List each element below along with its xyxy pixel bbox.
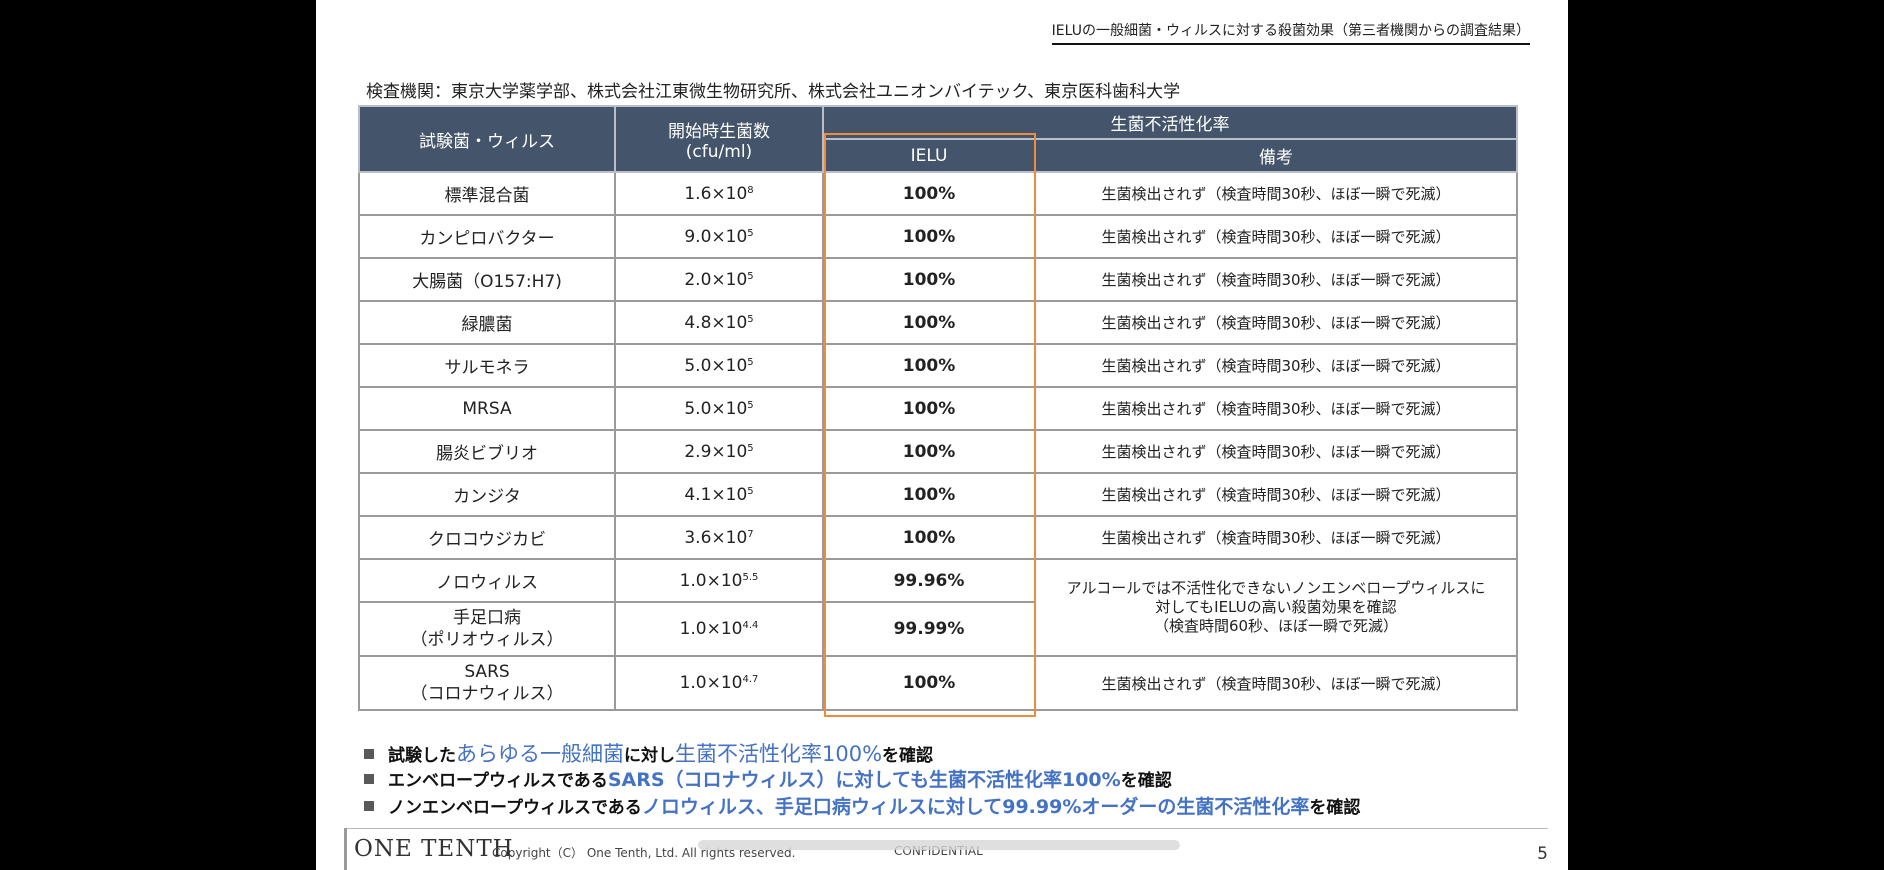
summary-bullets: 試験した あらゆる一般細菌 に対し 生菌不活性化率100% を確認 エンベロープウィルス… — [364, 738, 1360, 819]
row-name: 標準混合菌 — [358, 171, 616, 216]
row-name: ノロウィルス — [358, 558, 616, 603]
footer-accent-bar — [344, 828, 347, 870]
horizontal-scrollbar[interactable] — [698, 840, 1180, 850]
slide: IELUの一般細菌・ウィルスに対する殺菌効果（第三者機関からの調査結果） 検査機… — [316, 0, 1568, 870]
row-ielu-rate: 100% — [822, 515, 1036, 560]
table-row: 大腸菌（O157:H7) 2.0×105 100% 生菌検出されず（検査時間30… — [358, 257, 1518, 302]
row-initial-count: 9.0×105 — [614, 214, 824, 259]
row-note: 生菌検出されず（検査時間30秒、ほぼ一瞬で死滅） — [1034, 655, 1518, 711]
row-initial-count: 2.0×105 — [614, 257, 824, 302]
row-ielu-rate: 99.96% — [822, 558, 1036, 603]
merged-note-line2: 対してもIELUの高い殺菌効果を確認 — [1155, 598, 1397, 616]
row-name: カンジタ — [358, 472, 616, 517]
row-note: 生菌検出されず（検査時間30秒、ほぼ一瞬で死滅） — [1034, 300, 1518, 345]
table-row: カンジタ 4.1×105 100% 生菌検出されず（検査時間30秒、ほぼ一瞬で死… — [358, 472, 1518, 517]
table-row: サルモネラ 5.0×105 100% 生菌検出されず（検査時間30秒、ほぼ一瞬で… — [358, 343, 1518, 388]
row-initial-count: 4.1×105 — [614, 472, 824, 517]
row-name: 緑膿菌 — [358, 300, 616, 345]
row-initial-count: 1.0×104.7 — [614, 655, 824, 711]
header-remarks: 備考 — [1034, 138, 1518, 173]
square-bullet-icon — [364, 774, 374, 784]
header-initial-count-line1: 開始時生菌数 — [668, 121, 770, 142]
header-initial-count-line2: (cfu/ml) — [685, 141, 753, 162]
merged-note-nonenvelope: アルコールでは不活性化できないノンエンベロープウィルスに 対してもIELUの高い… — [1034, 558, 1518, 657]
header-inactivation-rate: 生菌不活性化率 — [822, 105, 1518, 140]
row-initial-count: 1.0×105.5 — [614, 558, 824, 603]
header-initial-count: 開始時生菌数 (cfu/ml) — [614, 105, 824, 173]
row-initial-count: 1.6×108 — [614, 171, 824, 216]
bullet-item: 試験した あらゆる一般細菌 に対し 生菌不活性化率100% を確認 — [364, 738, 1360, 766]
row-note: 生菌検出されず（検査時間30秒、ほぼ一瞬で死滅） — [1034, 171, 1518, 216]
row-name: カンピロバクター — [358, 214, 616, 259]
row-initial-count: 5.0×105 — [614, 343, 824, 388]
row-name: MRSA — [358, 386, 616, 431]
bullet-item: ノンエンベロープウィルスである ノロウィルス、手足口病ウィルスに対して99.99%… — [364, 792, 1360, 819]
merged-note-line3: （検査時間60秒、ほぼ一瞬で死滅） — [1153, 617, 1399, 635]
row-initial-count: 3.6×107 — [614, 515, 824, 560]
table-row: 標準混合菌 1.6×108 100% 生菌検出されず（検査時間30秒、ほぼ一瞬で… — [358, 171, 1518, 216]
header-ielu: IELU — [822, 138, 1036, 173]
row-note: 生菌検出されず（検査時間30秒、ほぼ一瞬で死滅） — [1034, 343, 1518, 388]
row-ielu-rate: 100% — [822, 655, 1036, 711]
results-table: 試験菌・ウィルス 開始時生菌数 (cfu/ml) 生菌不活性化率 IELU 備考… — [358, 105, 1518, 711]
row-ielu-rate: 100% — [822, 386, 1036, 431]
row-initial-count: 4.8×105 — [614, 300, 824, 345]
row-name: クロコウジカビ — [358, 515, 616, 560]
row-name: サルモネラ — [358, 343, 616, 388]
company-logo: ONE TENTH — [354, 836, 514, 862]
slide-header-title: IELUの一般細菌・ウィルスに対する殺菌効果（第三者機関からの調査結果） — [1051, 20, 1530, 45]
row-ielu-rate: 100% — [822, 472, 1036, 517]
square-bullet-icon — [364, 749, 374, 759]
footer-divider — [344, 828, 1548, 829]
table-row: SARS （コロナウィルス） 1.0×104.7 100% 生菌検出されず（検査… — [358, 655, 1518, 711]
table-row: ノロウィルス 1.0×105.5 99.96% アルコールでは不活性化できないノ… — [358, 558, 1518, 657]
square-bullet-icon — [364, 801, 374, 811]
row-note: 生菌検出されず（検査時間30秒、ほぼ一瞬で死滅） — [1034, 257, 1518, 302]
row-name: 腸炎ビブリオ — [358, 429, 616, 474]
row-name: 手足口病 （ポリオウィルス） — [358, 601, 616, 657]
header-bacteria: 試験菌・ウィルス — [358, 105, 616, 173]
row-initial-count: 5.0×105 — [614, 386, 824, 431]
row-ielu-rate: 100% — [822, 343, 1036, 388]
row-name: 大腸菌（O157:H7) — [358, 257, 616, 302]
row-ielu-rate: 100% — [822, 300, 1036, 345]
row-note: 生菌検出されず（検査時間30秒、ほぼ一瞬で死滅） — [1034, 386, 1518, 431]
testing-organizations: 検査機関：東京大学薬学部、株式会社江東微生物研究所、株式会社ユニオンバイテック、… — [366, 82, 1181, 102]
merged-note-line1: アルコールでは不活性化できないノンエンベロープウィルスに — [1066, 579, 1486, 597]
row-ielu-rate: 100% — [822, 214, 1036, 259]
row-initial-count: 2.9×105 — [614, 429, 824, 474]
bullet-item: エンベロープウィルスである SARS（コロナウィルス）に対しても生菌不活性化率10… — [364, 765, 1360, 792]
row-note: 生菌検出されず（検査時間30秒、ほぼ一瞬で死滅） — [1034, 214, 1518, 259]
row-ielu-rate: 100% — [822, 171, 1036, 216]
row-note: 生菌検出されず（検査時間30秒、ほぼ一瞬で死滅） — [1034, 429, 1518, 474]
row-ielu-rate: 100% — [822, 257, 1036, 302]
table-row: 緑膿菌 4.8×105 100% 生菌検出されず（検査時間30秒、ほぼ一瞬で死滅… — [358, 300, 1518, 345]
table-row: 腸炎ビブリオ 2.9×105 100% 生菌検出されず（検査時間30秒、ほぼ一瞬… — [358, 429, 1518, 474]
row-ielu-rate: 99.99% — [822, 601, 1036, 657]
page-number: 5 — [1537, 844, 1548, 864]
row-note: 生菌検出されず（検査時間30秒、ほぼ一瞬で死滅） — [1034, 472, 1518, 517]
table-row: MRSA 5.0×105 100% 生菌検出されず（検査時間30秒、ほぼ一瞬で死… — [358, 386, 1518, 431]
table-row: カンピロバクター 9.0×105 100% 生菌検出されず（検査時間30秒、ほぼ… — [358, 214, 1518, 259]
row-name: SARS （コロナウィルス） — [358, 655, 616, 711]
table-row: クロコウジカビ 3.6×107 100% 生菌検出されず（検査時間30秒、ほぼ一… — [358, 515, 1518, 560]
row-note: 生菌検出されず（検査時間30秒、ほぼ一瞬で死滅） — [1034, 515, 1518, 560]
row-ielu-rate: 100% — [822, 429, 1036, 474]
row-initial-count: 1.0×104.4 — [614, 601, 824, 657]
